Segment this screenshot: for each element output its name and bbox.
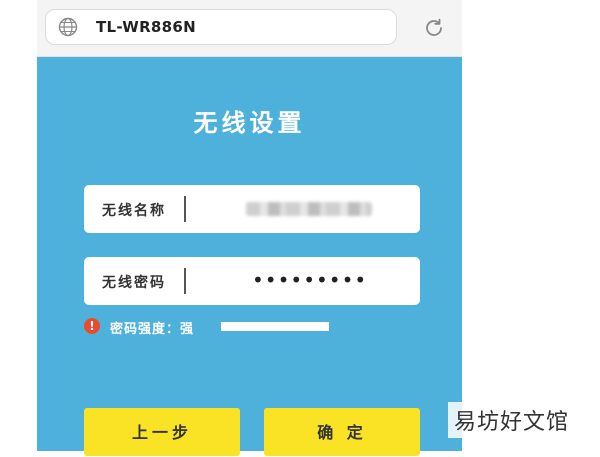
strength-text: 密码强度：强 [110,322,195,337]
warning-icon: ! [84,318,100,334]
confirm-button[interactable]: 确 定 [264,408,420,456]
router-setup-screen: TL-WR886N 无线设置 无线名称 无线密码 ••••••••• ! 密码强… [37,0,462,456]
password-strength: ! 密码强度：强 [84,318,424,337]
strength-bar-fill [221,322,329,331]
browser-toolbar: TL-WR886N [37,0,462,57]
field-divider [184,268,186,294]
password-field[interactable]: 无线密码 ••••••••• [84,257,420,305]
field-divider [184,196,186,222]
watermark: 易坊好文馆 [448,402,576,438]
page-title: 无线设置 [193,108,306,137]
prev-step-button[interactable]: 上一步 [84,408,240,456]
url-text: TL-WR886N [96,18,197,36]
ssid-field[interactable]: 无线名称 [84,185,420,233]
globe-icon [58,17,78,37]
strength-bar [221,322,329,331]
reload-icon[interactable] [423,17,445,39]
ssid-label: 无线名称 [102,203,166,219]
password-value: ••••••••• [252,268,368,292]
address-bar[interactable]: TL-WR886N [45,9,397,45]
ssid-value-blurred [246,202,372,216]
password-label: 无线密码 [102,275,166,291]
